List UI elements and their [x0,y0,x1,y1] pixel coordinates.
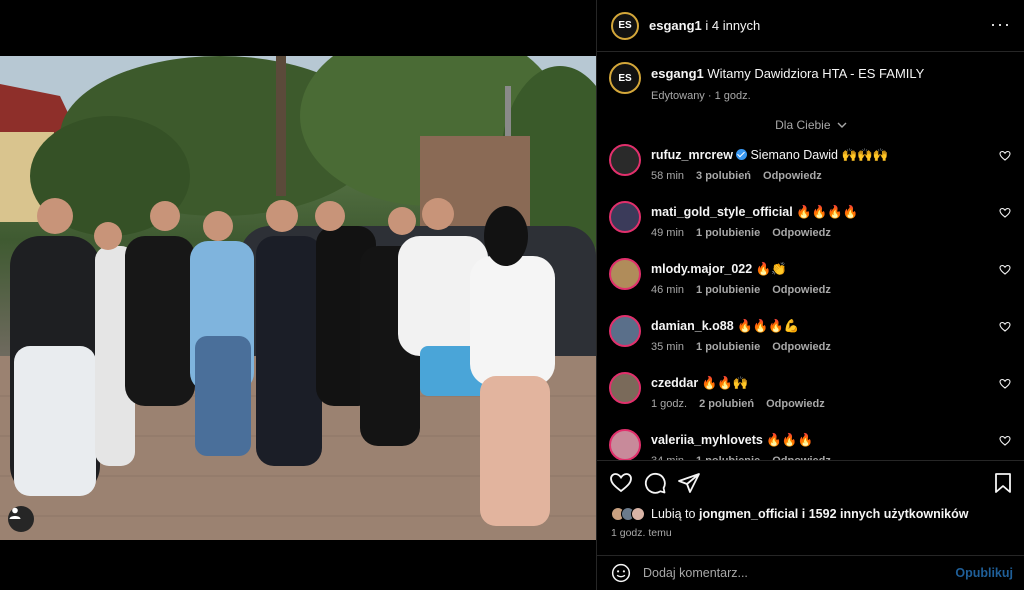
comment-like-icon[interactable] [999,150,1011,162]
likes-user[interactable]: jongmen_official [699,507,798,521]
caption-text: Witamy Dawidziora HTA - ES FAMILY [707,66,925,81]
comment-username[interactable]: valeriia_myhlovets [651,433,763,447]
comment-input[interactable] [643,562,943,584]
user-tag-button[interactable] [8,506,34,532]
bookmark-icon[interactable] [991,471,1015,495]
reply-button[interactable]: Odpowiedz [766,398,825,410]
header-collaborators[interactable]: i 4 innych [702,18,760,33]
comment-text: 🔥👏 [755,262,787,276]
comment-item: czeddar 🔥🔥🙌 1 godz. 2 polubień Odpowiedz [609,372,1013,420]
commenter-avatar[interactable] [609,429,641,460]
comment-likes[interactable]: 3 polubień [696,170,751,182]
caption-username[interactable]: esgang1 [651,66,704,81]
post-detail-panel: ES esgang1 i 4 innych ··· ES esgang1 Wit… [596,0,1024,590]
post-actions: Lubią to jongmen_official i 1592 innych … [597,460,1024,560]
commenter-avatar[interactable] [609,315,641,347]
post-photo[interactable] [0,56,596,540]
comment-username[interactable]: mati_gold_style_official [651,205,793,219]
caption-meta: Edytowany · 1 godz. [651,90,751,102]
comment-item: damian_k.o88 🔥🔥🔥💪 35 min 1 polubienie Odpow… [609,315,1013,363]
commenter-avatar[interactable] [609,144,641,176]
comment-username[interactable]: rufuz_mrcrew [651,148,733,162]
comment-age: 58 min [651,170,685,182]
liker-avatar [631,507,645,521]
chevron-down-icon [837,122,847,128]
comment-like-icon[interactable] [999,207,1011,219]
comment-likes[interactable]: 1 polubienie [696,227,760,239]
author-avatar[interactable]: ES [611,11,639,40]
verified-badge-icon [735,149,747,160]
header-author[interactable]: esgang1 i 4 innych [649,18,760,33]
more-options-icon[interactable]: ··· [990,15,1011,33]
user-tag-icon [9,507,21,519]
likes-count[interactable]: i 1592 innych użytkowników [798,507,969,521]
post-caption: ES esgang1 Witamy Dawidziora HTA - ES FA… [609,62,1013,112]
comment-likes[interactable]: 2 polubień [699,398,754,410]
publish-button[interactable]: Opublikuj [955,566,1013,580]
avatar-initials: ES [618,72,632,84]
add-comment-bar: Opublikuj [597,555,1024,590]
post-header: ES esgang1 i 4 innych ··· [597,0,1024,52]
comment-item: valeriia_myhlovets 🔥🔥🔥34 min1 polubienie… [609,429,1013,460]
avatar-initials: ES [618,20,632,31]
comment-item: rufuz_mrcrew Siemano Dawid 🙌🙌🙌 58 min 3 po… [609,144,1013,192]
comment-username[interactable]: mlody.major_022 [651,262,752,276]
likes-prefix: Lubią to [651,507,699,521]
comment-username[interactable]: czeddar [651,376,698,390]
reply-button[interactable]: Odpowiedz [772,227,831,239]
comment-text: 🔥🔥🔥🔥 [796,205,859,219]
comment-sort-dropdown[interactable]: Dla Ciebie [597,118,1024,132]
comment-age: 35 min [651,341,685,353]
comment-icon[interactable] [643,471,667,495]
comment-text: 🔥🔥🙌 [701,376,749,390]
comment-item: mati_gold_style_official 🔥🔥🔥🔥 49 min 1 pol… [609,201,1013,249]
comment-age: 49 min [651,227,685,239]
comment-like-icon[interactable] [999,321,1011,333]
header-username[interactable]: esgang1 [649,18,702,33]
sort-label: Dla Ciebie [775,118,831,132]
reply-button[interactable]: Odpowiedz [772,341,831,353]
comment-text: 🔥🔥🔥 [766,433,814,447]
commenter-avatar[interactable] [609,201,641,233]
caption-avatar[interactable]: ES [609,62,641,94]
post-timestamp: 1 godz. temu [611,527,672,539]
post-media [0,0,596,590]
comment-item: mlody.major_022 🔥👏 46 min 1 polubienie Odpo… [609,258,1013,306]
comments-section[interactable]: ES esgang1 Witamy Dawidziora HTA - ES FA… [597,52,1024,460]
likes-summary[interactable]: Lubią to jongmen_official i 1592 innych … [611,507,968,521]
comment-text: 🔥🔥🔥💪 [737,319,800,333]
comment-text: Siemano Dawid 🙌🙌🙌 [750,148,889,162]
reply-button[interactable]: Odpowiedz [772,284,831,296]
commenter-avatar[interactable] [609,258,641,290]
comment-likes[interactable]: 1 polubienie [696,284,760,296]
share-icon[interactable] [677,471,701,495]
heart-icon[interactable] [609,471,633,495]
comment-age: 46 min [651,284,685,296]
comment-username[interactable]: damian_k.o88 [651,319,734,333]
comment-like-icon[interactable] [999,378,1011,390]
comment-age: 1 godz. [651,398,688,410]
reply-button[interactable]: Odpowiedz [763,170,822,182]
comment-like-icon[interactable] [999,435,1011,447]
comment-likes[interactable]: 1 polubienie [696,341,760,353]
emoji-icon[interactable] [611,563,631,583]
commenter-avatar[interactable] [609,372,641,404]
comment-like-icon[interactable] [999,264,1011,276]
